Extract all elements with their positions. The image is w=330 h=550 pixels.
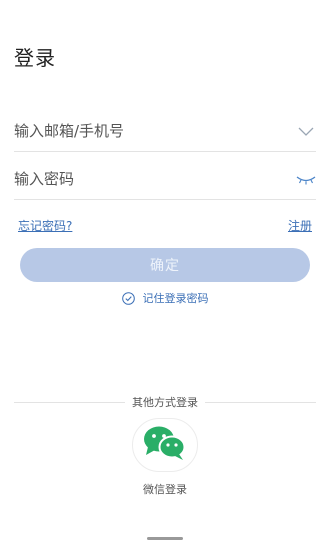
check-circle-icon[interactable] bbox=[121, 291, 135, 305]
password-input[interactable] bbox=[14, 160, 274, 198]
account-input[interactable] bbox=[14, 112, 274, 150]
page-title: 登录 bbox=[14, 46, 56, 70]
divider-line-left bbox=[14, 401, 125, 403]
wechat-login-label: 微信登录 bbox=[143, 483, 187, 496]
eye-closed-icon[interactable] bbox=[296, 170, 316, 190]
register-link[interactable]: 注册 bbox=[288, 217, 312, 234]
home-indicator[interactable] bbox=[147, 537, 183, 540]
wechat-login-button[interactable] bbox=[132, 418, 198, 472]
remember-password-toggle[interactable]: 记住登录密码 bbox=[0, 290, 330, 306]
confirm-button[interactable]: 确定 bbox=[20, 248, 310, 282]
password-field[interactable] bbox=[14, 160, 316, 200]
other-login-divider: 其他方式登录 bbox=[14, 394, 316, 410]
wechat-icon bbox=[142, 425, 188, 465]
forgot-password-link[interactable]: 忘记密码? bbox=[18, 217, 72, 234]
account-field[interactable] bbox=[14, 112, 316, 152]
other-login-title: 其他方式登录 bbox=[132, 396, 198, 409]
divider-line-right bbox=[205, 401, 316, 403]
remember-password-label: 记住登录密码 bbox=[142, 292, 209, 305]
chevron-down-icon[interactable] bbox=[296, 122, 316, 142]
